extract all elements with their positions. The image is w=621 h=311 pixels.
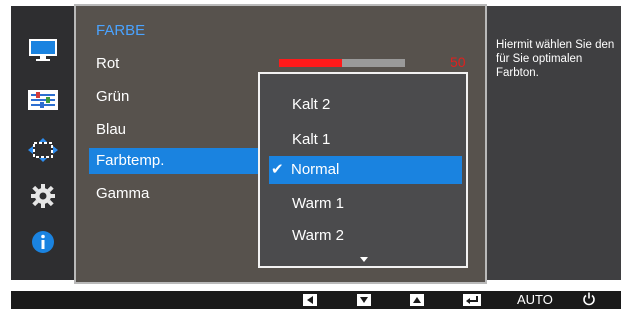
- menu-item-gruen[interactable]: Grün: [89, 84, 261, 110]
- settings-gear-icon[interactable]: [26, 182, 60, 210]
- down-arrow-key-icon[interactable]: [357, 294, 371, 306]
- option-warm-2[interactable]: Warm 2: [269, 222, 462, 250]
- monitor-icon[interactable]: [26, 36, 60, 64]
- help-text: Hiermit wählen Sie den für Sie optimalen…: [496, 39, 615, 79]
- picture-settings-icon[interactable]: [26, 86, 60, 114]
- option-normal-label: Normal: [291, 161, 340, 178]
- menu-title: FARBE: [96, 22, 146, 39]
- up-arrow-key-icon[interactable]: [410, 294, 424, 306]
- rot-slider-fill: [279, 59, 342, 67]
- option-normal[interactable]: ✔ Normal: [269, 156, 462, 184]
- option-warm-1[interactable]: Warm 1: [269, 190, 462, 218]
- checkmark-icon: ✔: [271, 161, 284, 178]
- enter-key-icon[interactable]: [463, 294, 481, 306]
- option-kalt-2[interactable]: Kalt 2: [269, 91, 462, 119]
- rot-slider[interactable]: [279, 59, 405, 67]
- option-kalt-1[interactable]: Kalt 1: [269, 126, 462, 154]
- menu-item-farbtemp[interactable]: Farbtemp.: [89, 148, 261, 174]
- auto-key[interactable]: AUTO: [517, 292, 553, 307]
- menu-item-gamma[interactable]: Gamma: [89, 181, 261, 207]
- osd-sidebar: [11, 6, 74, 280]
- rot-slider-value: 50: [450, 54, 466, 70]
- power-icon[interactable]: [582, 292, 596, 306]
- size-position-icon[interactable]: [26, 136, 60, 164]
- menu-item-blau[interactable]: Blau: [89, 117, 261, 143]
- left-arrow-key-icon[interactable]: [303, 294, 317, 306]
- scroll-down-icon[interactable]: [360, 257, 368, 262]
- info-icon[interactable]: [26, 228, 60, 256]
- menu-item-rot[interactable]: Rot: [89, 51, 261, 77]
- color-temp-dropdown[interactable]: Kalt 2 Kalt 1 ✔ Normal Warm 1 Warm 2: [258, 72, 468, 268]
